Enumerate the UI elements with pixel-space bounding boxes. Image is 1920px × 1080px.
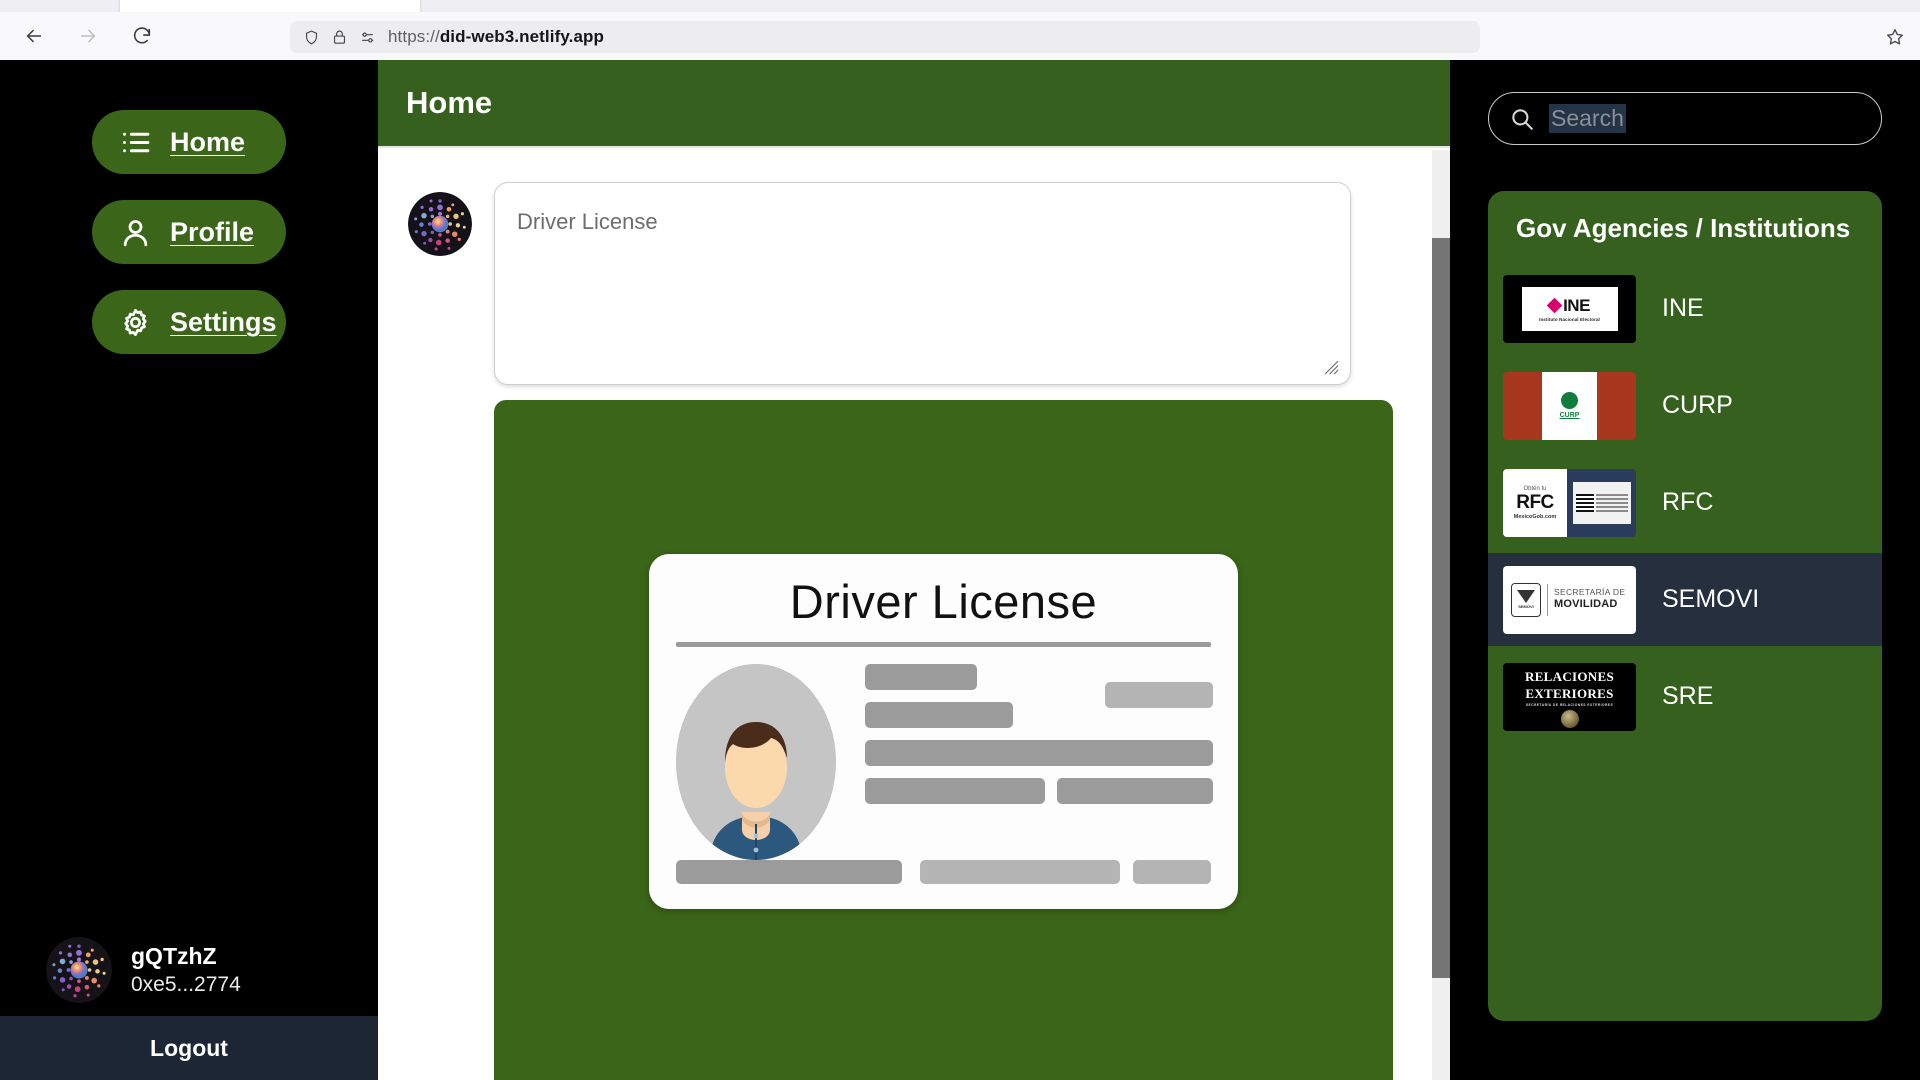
shield-icon[interactable] (300, 26, 322, 48)
ine-logo: INE Instituto Nacional Electoral (1503, 274, 1636, 343)
placeholder-bar (920, 860, 1120, 884)
sre-logo: RELACIONES EXTERIORES SECRETARÍA DE RELA… (1503, 662, 1636, 731)
resize-grip-icon[interactable] (1322, 358, 1340, 376)
person-photo-illustration (676, 664, 836, 860)
agency-row-ine[interactable]: INE Instituto Nacional Electoral INE (1488, 262, 1882, 355)
placeholder-bar (1057, 778, 1213, 804)
gear-icon (118, 305, 152, 339)
eagle-seal-icon (1560, 710, 1579, 728)
sidebar-item-label: Home (170, 126, 246, 157)
main-header: Home (378, 60, 1450, 148)
semovi-logo: SEMOVI SECRETARÍA DE MOVILIDAD (1503, 565, 1636, 634)
placeholder-bar (865, 664, 977, 690)
compose-textarea[interactable]: Driver License (494, 182, 1351, 385)
agency-row-semovi[interactable]: SEMOVI SECRETARÍA DE MOVILIDAD SEMOVI (1488, 553, 1882, 646)
user-name: gQTzhZ (131, 943, 217, 969)
page-title: Home (406, 85, 493, 120)
sidebar-item-label: Settings (170, 306, 277, 337)
agency-row-curp[interactable]: CURP CURP (1488, 359, 1882, 452)
curp-logo: CURP (1503, 371, 1636, 440)
right-sidebar: Search Gov Agencies / Institutions INE I… (1450, 60, 1920, 1080)
placeholder-bar (865, 702, 1013, 728)
agency-label: SRE (1662, 682, 1714, 710)
forward-arrow-icon[interactable] (68, 16, 108, 56)
sidebar-item-settings[interactable]: Settings (92, 290, 286, 354)
agencies-panel-title: Gov Agencies / Institutions (1516, 213, 1851, 243)
ine-logo-text: INE (1563, 295, 1590, 315)
sre-logo-line3: SECRETARÍA DE RELACIONES EXTERIORES (1525, 703, 1614, 707)
agency-label: SEMOVI (1662, 585, 1760, 613)
user-wallet-address: 0xe5...2774 (131, 973, 241, 996)
reload-icon[interactable] (122, 16, 162, 56)
tab-strip (0, 0, 1920, 14)
url-text: https://did-web3.netlify.app (388, 27, 604, 46)
driver-license-card[interactable]: Driver License (649, 554, 1238, 909)
logout-label: Logout (150, 1034, 228, 1061)
compose-wrap: Driver License (494, 182, 1351, 385)
compose-placeholder: Driver License (517, 209, 658, 234)
semovi-logo-line2: MOVILIDAD (1554, 598, 1618, 611)
globe-icon (1561, 392, 1578, 409)
rfc-logo: Obtén tu RFC MexicoGob.com (1503, 468, 1636, 537)
placeholder-bar (865, 740, 1213, 766)
browser-chrome: https://did-web3.netlify.app (0, 0, 1920, 60)
star-icon[interactable] (1882, 24, 1908, 50)
ine-logo-subtext: Instituto Nacional Electoral (1539, 316, 1600, 322)
curp-logo-text: CURP (1559, 412, 1580, 419)
credential-card-panel: Driver License (494, 400, 1393, 1080)
sidebar-item-profile[interactable]: Profile (92, 200, 286, 264)
main-scrollbar[interactable] (1432, 150, 1450, 1080)
main-content: Home Driver License Driver License (378, 60, 1450, 1080)
permissions-icon[interactable] (356, 26, 378, 48)
identicon-avatar (46, 937, 112, 1003)
driver-license-title: Driver License (789, 575, 1098, 628)
placeholder-bar (1105, 682, 1213, 708)
left-sidebar: Home Profile Settings gQTzhZ 0xe5...2774… (0, 60, 378, 1080)
qr-code-icon (1575, 493, 1594, 512)
divider (1547, 583, 1548, 616)
placeholder-bar (676, 860, 902, 884)
agency-label: INE (1662, 294, 1704, 322)
placeholder-bar (865, 778, 1045, 804)
divider (676, 642, 1211, 647)
app-page: Home Profile Settings gQTzhZ 0xe5...2774… (0, 60, 1920, 1080)
rfc-logo-text: RFC (1516, 491, 1554, 513)
search-input[interactable]: Search (1488, 92, 1882, 145)
agency-row-rfc[interactable]: Obtén tu RFC MexicoGob.com RFC (1488, 456, 1882, 549)
agency-label: CURP (1662, 391, 1733, 419)
sidebar-item-home[interactable]: Home (92, 110, 286, 174)
sidebar-nav-list: Home Profile Settings (0, 60, 378, 354)
agencies-panel: Gov Agencies / Institutions INE Institut… (1488, 191, 1882, 1021)
rfc-logo-domain: MexicoGob.com (1513, 513, 1557, 520)
compose-row: Driver License (378, 150, 1450, 385)
user-icon (118, 215, 152, 249)
semovi-mark-text: SEMOVI (1518, 604, 1534, 609)
lock-icon[interactable] (328, 26, 350, 48)
sre-logo-line2: EXTERIORES (1525, 686, 1614, 701)
sidebar-user-meta: gQTzhZ 0xe5...2774 (131, 943, 241, 997)
sre-logo-line1: RELACIONES (1525, 669, 1614, 684)
search-placeholder: Search (1549, 104, 1626, 133)
search-icon (1509, 106, 1535, 132)
semovi-logo-line1: SECRETARÍA DE (1554, 587, 1626, 598)
main-body: Driver License Driver License (378, 150, 1450, 1080)
logout-button[interactable]: Logout (0, 1016, 378, 1080)
identicon-avatar (408, 192, 472, 256)
url-bar[interactable]: https://did-web3.netlify.app (290, 21, 1480, 53)
scrollbar-thumb[interactable] (1432, 238, 1450, 978)
sidebar-item-label: Profile (170, 216, 255, 247)
list-icon (118, 125, 152, 159)
agency-row-sre[interactable]: RELACIONES EXTERIORES SECRETARÍA DE RELA… (1488, 650, 1882, 743)
placeholder-bar (1133, 860, 1211, 884)
agency-label: RFC (1662, 488, 1714, 516)
back-arrow-icon[interactable] (14, 16, 54, 56)
sidebar-user-block[interactable]: gQTzhZ 0xe5...2774 (0, 937, 378, 1003)
semovi-mark-icon (1517, 590, 1535, 603)
